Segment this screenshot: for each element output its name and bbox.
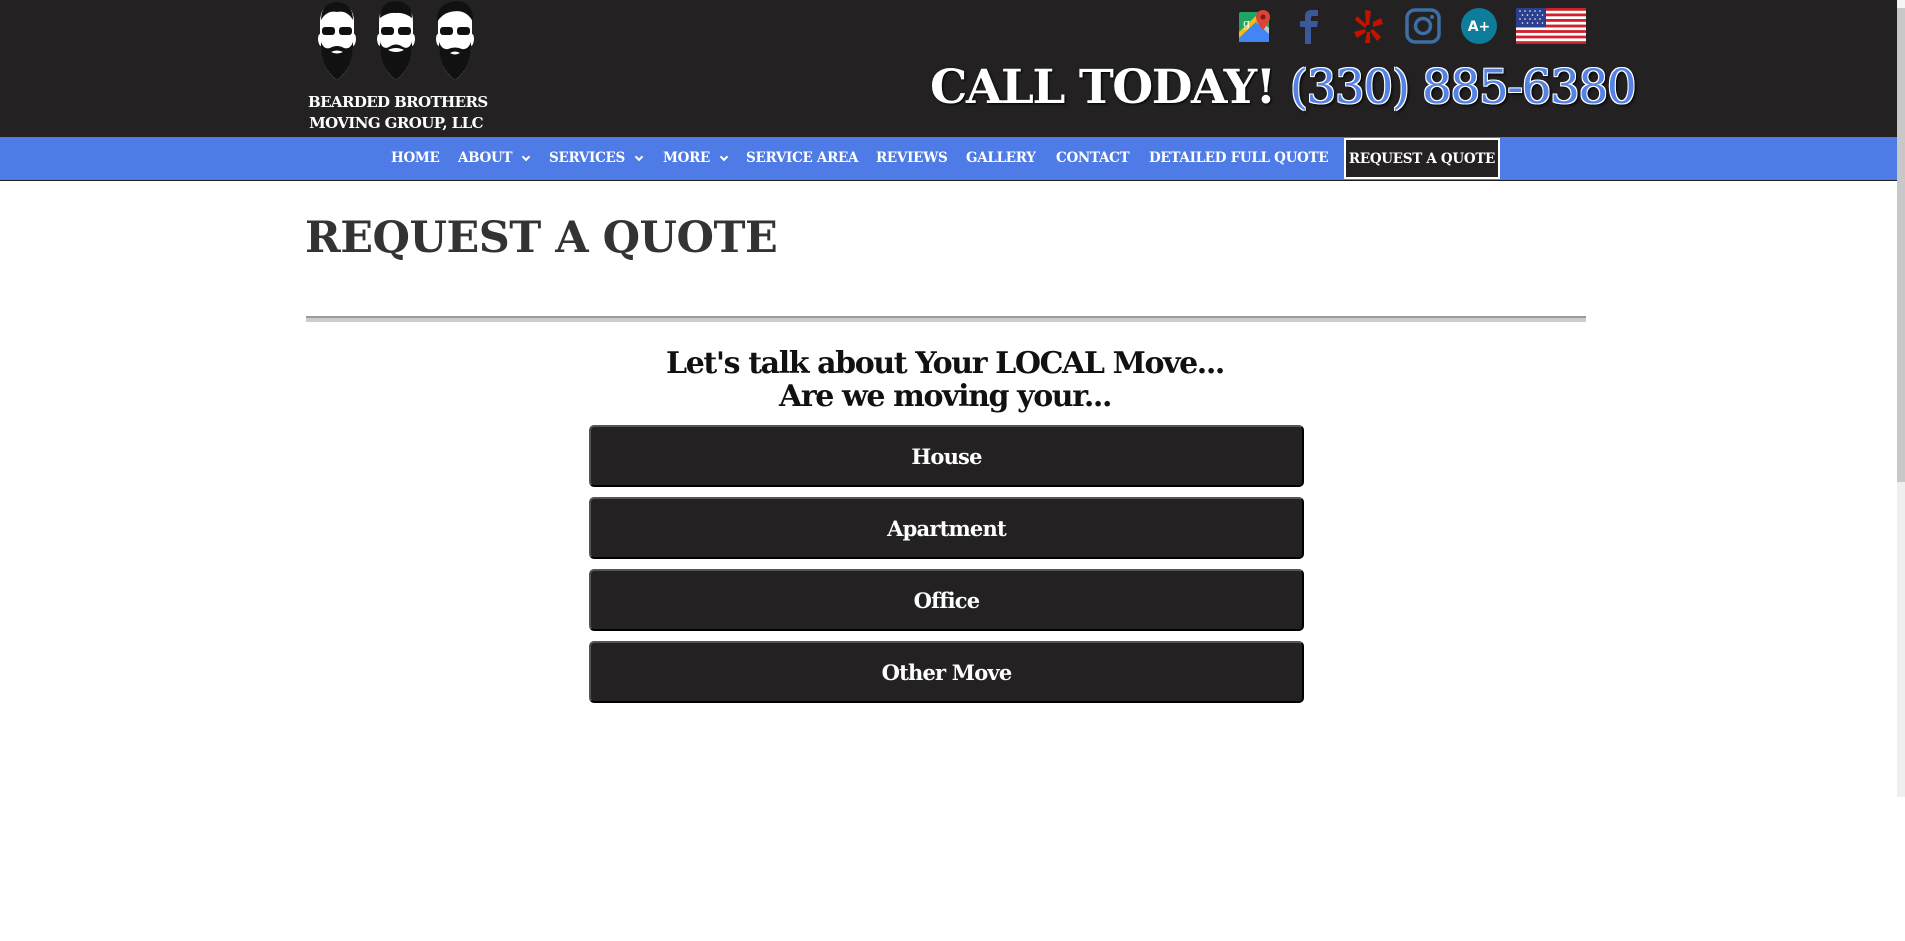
nav-item-gallery[interactable]: GALLERY: [966, 137, 1036, 180]
question-line1: Let's talk about Your LOCAL Move...: [666, 346, 1225, 381]
google-maps-link[interactable]: g: [1238, 7, 1272, 45]
svg-text:g: g: [1243, 17, 1250, 30]
nav-item-label: GALLERY: [966, 150, 1036, 166]
option-apartment-button[interactable]: Apartment: [589, 497, 1304, 559]
bbb-rating-link[interactable]: A+: [1460, 7, 1498, 45]
page-scrollbar[interactable]: [1897, 0, 1905, 797]
social-links: g A+: [0, 7, 1905, 45]
chevron-down-icon: [521, 152, 531, 161]
main-navigation: HOME ABOUT SERVICES MORE SERVICE AREA RE…: [0, 137, 1897, 181]
yelp-icon: [1354, 10, 1383, 43]
instagram-icon: [1405, 8, 1441, 44]
nav-item-label: CONTACT: [1056, 150, 1130, 166]
nav-item-label: REVIEWS: [876, 150, 948, 166]
phone-number-link[interactable]: (330) 885-6380: [1290, 60, 1637, 115]
question-line2: Are we moving your...: [778, 379, 1112, 414]
us-flag: [1516, 7, 1586, 45]
svg-text:A+: A+: [1468, 19, 1491, 35]
nav-item-label: DETAILED FULL QUOTE: [1149, 150, 1329, 166]
move-type-question: Let's talk about Your LOCAL Move... Are …: [586, 347, 1304, 413]
nav-item-label: SERVICE AREA: [746, 150, 859, 166]
company-name-line2: MOVING GROUP, LLC: [309, 114, 483, 132]
google-maps-icon: g: [1239, 10, 1270, 42]
option-office-button[interactable]: Office: [589, 569, 1304, 631]
site-header: BEARDED BROTHERS MOVING GROUP, LLC g A+ …: [0, 0, 1897, 137]
nav-item-label: MORE: [663, 150, 711, 166]
call-today-label: CALL TODAY!: [930, 60, 1290, 115]
nav-item-detailed-full-quote[interactable]: DETAILED FULL QUOTE: [1149, 137, 1329, 180]
request-a-quote-button[interactable]: REQUEST A QUOTE: [1344, 138, 1500, 179]
nav-item-services[interactable]: SERVICES: [549, 137, 644, 180]
nav-item-reviews[interactable]: REVIEWS: [876, 137, 948, 180]
nav-item-label: ABOUT: [458, 150, 513, 166]
scrollbar-thumb[interactable]: [1897, 8, 1905, 482]
scroll-up-arrow-icon[interactable]: [1897, 0, 1905, 8]
nav-item-contact[interactable]: CONTACT: [1056, 137, 1130, 180]
nav-item-service-area[interactable]: SERVICE AREA: [746, 137, 858, 180]
yelp-link[interactable]: [1350, 7, 1386, 45]
us-flag-icon: [1516, 8, 1586, 44]
nav-item-home[interactable]: HOME: [391, 137, 440, 180]
nav-item-more[interactable]: MORE: [663, 137, 729, 180]
company-name-line1: BEARDED BROTHERS: [308, 93, 488, 111]
call-today-banner: CALL TODAY! (330) 885-6380: [930, 58, 1637, 118]
nav-item-about[interactable]: ABOUT: [458, 137, 531, 180]
option-other-move-button[interactable]: Other Move: [589, 641, 1304, 703]
instagram-link[interactable]: [1404, 7, 1442, 45]
title-divider: [306, 316, 1586, 322]
page-title: REQUEST A QUOTE: [305, 213, 778, 263]
bbb-rating-icon: A+: [1461, 8, 1497, 44]
chevron-down-icon: [719, 152, 729, 161]
facebook-icon: [1300, 10, 1318, 44]
facebook-link[interactable]: [1298, 7, 1322, 45]
nav-item-label: HOME: [391, 150, 440, 166]
chevron-down-icon: [634, 152, 644, 161]
company-name: BEARDED BROTHERS MOVING GROUP, LLC: [308, 92, 488, 134]
option-house-button[interactable]: House: [589, 425, 1304, 487]
nav-item-label: SERVICES: [549, 150, 625, 166]
